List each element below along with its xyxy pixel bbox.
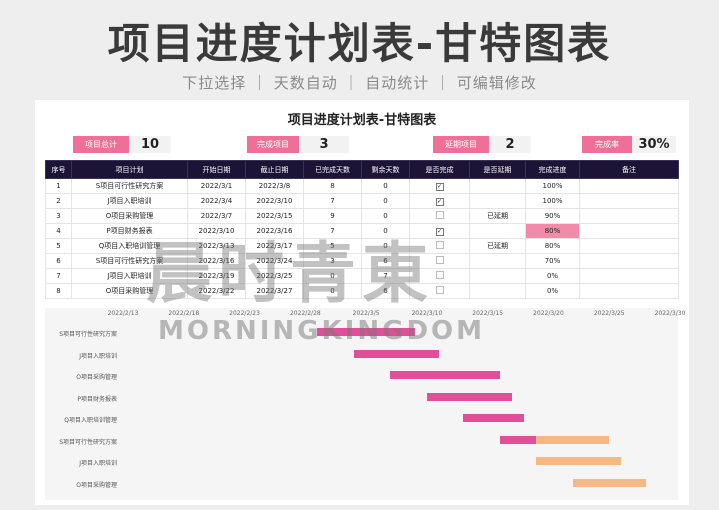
stat-total-value: 10: [129, 136, 171, 153]
stat-completed-label: 完成项目: [247, 136, 299, 153]
cell-no[interactable]: 3: [45, 208, 72, 224]
column-header[interactable]: 项目计划: [71, 160, 188, 179]
cell-progress[interactable]: 100%: [525, 193, 580, 209]
table-row: 2 J项目入职培训 2022/3/4 2022/3/10 7 0 ✓ 100%: [45, 193, 679, 209]
gantt-row-label: O项目采购管理: [76, 481, 117, 489]
cell-no[interactable]: 1: [45, 178, 72, 194]
cell-plan[interactable]: J项目入职培训: [71, 193, 188, 209]
column-header[interactable]: 备注: [579, 160, 679, 179]
cell-progress[interactable]: 100%: [525, 178, 580, 194]
gantt-row-label: P项目财务报表: [77, 395, 117, 403]
checked-checkbox-icon[interactable]: ✓: [435, 182, 444, 191]
cell-note[interactable]: [579, 178, 679, 194]
gantt-row-label: J项目入职培训: [79, 352, 117, 360]
column-header[interactable]: 已完成天数: [303, 160, 362, 179]
cell-note[interactable]: [579, 223, 679, 239]
cell-delay[interactable]: [469, 268, 526, 284]
cell-delay[interactable]: [469, 178, 526, 194]
gantt-bar-remaining: [536, 435, 610, 444]
cell-progress[interactable]: 0%: [525, 268, 580, 284]
column-header[interactable]: 是否完成: [409, 160, 470, 179]
sheet-title: 项目进度计划表-甘特图表: [287, 113, 437, 128]
watermark-logo-cn: 晨时青東: [146, 235, 434, 312]
gantt-bar-done: [426, 392, 512, 401]
x-axis-tick-label: 2022/3/20: [533, 310, 564, 317]
column-header[interactable]: 截止日期: [245, 160, 304, 179]
cell-start[interactable]: 2022/3/4: [187, 193, 246, 209]
gantt-row-label: Q项目入职培训管理: [64, 417, 117, 424]
cell-no[interactable]: 8: [45, 283, 72, 299]
hero-subtitle: 下拉选择 ｜ 天数自动 ｜ 自动统计 ｜ 可编辑修改: [182, 74, 537, 92]
cell-note[interactable]: [579, 208, 679, 224]
cell-left-days[interactable]: 0: [361, 193, 410, 209]
unchecked-checkbox-icon[interactable]: [435, 211, 444, 219]
cell-left-days[interactable]: 0: [361, 178, 410, 194]
gantt-bar-done: [463, 414, 525, 422]
unchecked-checkbox-icon[interactable]: [435, 256, 444, 264]
cell-no[interactable]: 4: [45, 223, 72, 239]
cell-done-days[interactable]: 7: [303, 193, 362, 209]
cell-note[interactable]: [579, 268, 679, 284]
cell-delay[interactable]: [469, 253, 526, 269]
cell-progress[interactable]: 70%: [525, 253, 580, 269]
x-axis-tick-label: 2022/2/13: [107, 310, 139, 317]
cell-plan[interactable]: S项目可行性研究方案: [71, 178, 188, 194]
cell-complete[interactable]: ✓: [409, 178, 470, 194]
cell-no[interactable]: 5: [45, 238, 72, 254]
column-header[interactable]: 开始日期: [187, 160, 246, 179]
cell-progress[interactable]: 90%: [525, 208, 580, 224]
gantt-row-label: S项目可行性研究方案: [59, 331, 117, 338]
cell-delay[interactable]: 已延期: [469, 238, 526, 254]
cell-delay[interactable]: [469, 193, 526, 209]
hero-title: 项目进度计划表-甘特图表: [107, 19, 612, 68]
unchecked-checkbox-icon[interactable]: [435, 241, 444, 249]
stat-delayed-label: 延期项目: [433, 136, 489, 153]
unchecked-checkbox-icon[interactable]: [435, 286, 444, 294]
cell-no[interactable]: 6: [45, 253, 72, 269]
gantt-bar-remaining: [572, 478, 646, 487]
cell-end[interactable]: 2022/3/10: [245, 193, 304, 209]
cell-progress[interactable]: 80%: [525, 238, 580, 254]
cell-progress[interactable]: 80%: [525, 223, 580, 239]
cell-no[interactable]: 7: [45, 268, 72, 284]
unchecked-checkbox-icon[interactable]: [435, 271, 444, 279]
cell-delay[interactable]: [469, 223, 526, 239]
gantt-row-label: J项目入职培训: [79, 460, 117, 467]
checked-checkbox-icon[interactable]: ✓: [435, 197, 444, 206]
cell-note[interactable]: [579, 238, 679, 254]
column-header[interactable]: 序号: [45, 160, 72, 179]
cell-no[interactable]: 2: [45, 193, 72, 209]
cell-note[interactable]: [579, 283, 679, 299]
stat-rate-label: 完成率: [582, 136, 632, 153]
gantt-row-label: O项目采购管理: [76, 374, 117, 381]
table-row: 1 S项目可行性研究方案 2022/3/1 2022/3/8 8 0 ✓ 100%: [45, 178, 679, 194]
cell-start[interactable]: 2022/3/1: [187, 178, 246, 194]
column-header[interactable]: 完成进度: [525, 160, 580, 179]
watermark-logo-en: MORNINGKINGDOM: [158, 316, 486, 346]
gantt-bar-done: [353, 349, 440, 358]
cell-note[interactable]: [579, 253, 679, 269]
x-axis-tick-label: 2022/3/25: [593, 310, 625, 317]
gantt-bar-done: [499, 435, 537, 444]
cell-done-days[interactable]: 8: [303, 178, 362, 194]
stat-rate-value: 30%: [632, 136, 676, 153]
cell-progress[interactable]: 0%: [525, 283, 580, 299]
checked-checkbox-icon[interactable]: ✓: [435, 227, 444, 236]
cell-delay[interactable]: [469, 283, 526, 299]
column-header[interactable]: 是否延期: [469, 160, 526, 179]
cell-end[interactable]: 2022/3/8: [245, 178, 304, 194]
table-header-row: 序号 项目计划 开始日期 截止日期 已完成天数 剩余天数 是否完成 是否延期 完…: [45, 160, 679, 179]
gantt-row-label: S项目可行性研究方案: [59, 438, 117, 446]
cell-complete[interactable]: ✓: [409, 193, 470, 209]
stat-completed-value: 3: [299, 136, 349, 153]
gantt-bar-remaining: [536, 457, 622, 465]
x-axis-tick-label: 2022/3/30: [654, 310, 686, 317]
stat-delayed-value: 2: [489, 136, 531, 153]
stat-total-label: 项目总计: [73, 136, 129, 153]
cell-delay[interactable]: 已延期: [469, 208, 526, 224]
column-header[interactable]: 剩余天数: [361, 160, 410, 179]
gantt-bar-done: [390, 371, 500, 379]
cell-note[interactable]: [579, 193, 679, 209]
